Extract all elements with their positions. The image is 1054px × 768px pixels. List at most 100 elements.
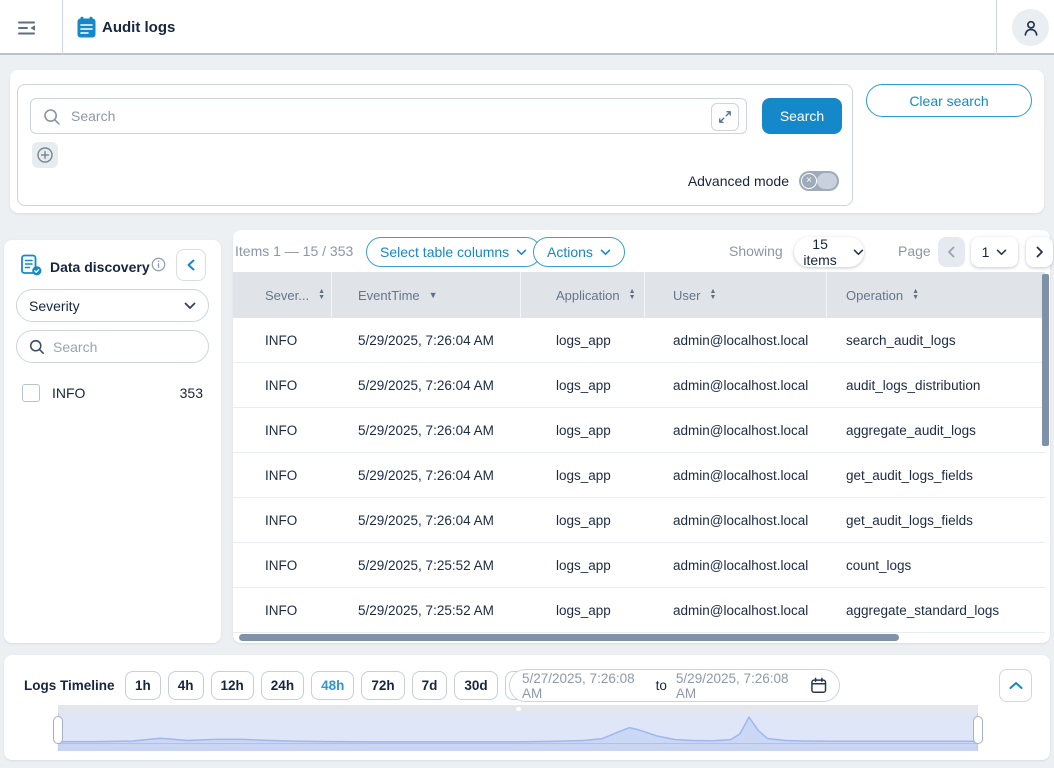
calendar-icon <box>810 676 827 695</box>
column-header-user[interactable]: User ▲▼ <box>645 272 827 318</box>
range-button-1h[interactable]: 1h <box>125 671 161 700</box>
column-header-event_time[interactable]: EventTime ▼ <box>332 272 521 318</box>
showing-label: Showing <box>729 243 783 259</box>
data-discovery-panel: Data discovery Severity <box>4 240 221 643</box>
horizontal-scrollbar[interactable] <box>239 634 899 641</box>
cell-event_time: 5/29/2025, 7:26:04 AM <box>332 408 521 452</box>
range-button-4h[interactable]: 4h <box>168 671 204 700</box>
table-row[interactable]: INFO5/29/2025, 7:26:04 AMlogs_appadmin@l… <box>233 498 1045 543</box>
top-bar: Audit logs <box>0 0 1054 55</box>
table-row[interactable]: INFO5/29/2025, 7:26:04 AMlogs_appadmin@l… <box>233 453 1045 498</box>
page-size-dropdown[interactable]: 15 items <box>794 237 864 267</box>
sort-icon[interactable]: ▼ <box>429 292 438 298</box>
range-button-12h[interactable]: 12h <box>211 671 254 700</box>
cell-user: admin@localhost.local <box>645 318 827 362</box>
cell-application: logs_app <box>521 363 645 407</box>
plus-circle-icon <box>36 146 54 164</box>
previous-page-button[interactable] <box>938 237 965 267</box>
date-from-value: 5/27/2025, 7:26:08 AM <box>522 671 647 701</box>
page-size-value: 15 items <box>794 236 846 268</box>
data-discovery-title: Data discovery <box>50 259 150 275</box>
facet-search-field <box>16 330 209 363</box>
sort-icon[interactable]: ▲▼ <box>318 289 325 301</box>
table-row[interactable]: INFO5/29/2025, 7:26:04 AMlogs_appadmin@l… <box>233 318 1045 363</box>
sort-icon[interactable]: ▲▼ <box>709 289 716 301</box>
cell-event_time: 5/29/2025, 7:26:04 AM <box>332 453 521 497</box>
actions-button[interactable]: Actions <box>533 237 625 267</box>
column-header-operation[interactable]: Operation▲▼ <box>827 272 1045 318</box>
collapse-menu-button[interactable] <box>13 14 41 42</box>
timeline-ranges: 1h4h12h24h48h72h7d30dtoday <box>125 671 561 700</box>
page-number-dropdown[interactable]: 1 <box>971 237 1018 267</box>
table-body: INFO5/29/2025, 7:26:04 AMlogs_appadmin@l… <box>233 318 1045 633</box>
actions-label: Actions <box>547 244 593 260</box>
cell-user: admin@localhost.local <box>645 543 827 587</box>
collapse-panel-button[interactable] <box>176 249 206 281</box>
expand-query-button[interactable] <box>711 103 739 131</box>
cell-severity: INFO <box>233 318 332 362</box>
collapse-timeline-button[interactable] <box>999 669 1032 702</box>
sort-icon[interactable]: ▲▼ <box>912 289 919 301</box>
brush-track[interactable] <box>58 705 978 713</box>
topbar-divider-right <box>996 0 997 55</box>
brush-selection[interactable] <box>58 713 978 751</box>
range-button-24h[interactable]: 24h <box>261 671 304 700</box>
query-builder: Search Advanced mode × <box>17 84 853 206</box>
table-row[interactable]: INFO5/29/2025, 7:25:52 AMlogs_appadmin@l… <box>233 588 1045 633</box>
facet-list: INFO353 <box>4 378 221 408</box>
search-input[interactable] <box>71 99 701 133</box>
cell-user: admin@localhost.local <box>645 588 827 632</box>
facet-item[interactable]: INFO353 <box>4 378 221 408</box>
table-row[interactable]: INFO5/29/2025, 7:26:04 AMlogs_appadmin@l… <box>233 408 1045 453</box>
vertical-scrollbar[interactable] <box>1042 274 1049 446</box>
cell-application: logs_app <box>521 498 645 542</box>
items-summary: Items 1 — 15 / 353 <box>235 243 353 259</box>
search-button[interactable]: Search <box>762 98 842 134</box>
range-button-7d[interactable]: 7d <box>412 671 448 700</box>
select-table-columns-button[interactable]: Select table columns <box>366 237 541 267</box>
column-label: EventTime <box>358 288 420 303</box>
range-button-30d[interactable]: 30d <box>454 671 497 700</box>
chevron-left-icon <box>947 246 956 258</box>
cell-severity: INFO <box>233 498 332 542</box>
date-range-picker[interactable]: 5/27/2025, 7:26:08 AM to 5/29/2025, 7:26… <box>509 669 840 702</box>
logs-timeline-panel: Logs Timeline 1h4h12h24h48h72h7d30dtoday… <box>4 655 1050 760</box>
cell-user: admin@localhost.local <box>645 408 827 452</box>
date-to-label: to <box>656 678 667 693</box>
menu-collapse-icon <box>15 16 39 40</box>
add-filter-button[interactable] <box>32 142 58 168</box>
range-button-48h[interactable]: 48h <box>311 671 354 700</box>
cell-operation: audit_logs_distribution <box>827 363 1045 407</box>
column-label: Application <box>556 288 620 303</box>
range-button-72h[interactable]: 72h <box>361 671 404 700</box>
column-header-application[interactable]: Application ▲▼ <box>521 272 645 318</box>
clear-search-button[interactable]: Clear search <box>866 84 1032 117</box>
column-label: Sever... <box>265 288 309 303</box>
chevron-down-icon <box>853 249 864 256</box>
brush-handle-right[interactable] <box>973 716 983 744</box>
field-selector-dropdown[interactable]: Severity <box>16 289 209 322</box>
cell-application: logs_app <box>521 408 645 452</box>
brush-handle-left[interactable] <box>53 716 63 744</box>
column-label: User <box>673 288 700 303</box>
audit-logs-icon <box>76 16 97 39</box>
advanced-mode-toggle[interactable]: × <box>799 171 839 191</box>
next-page-button[interactable] <box>1026 237 1053 267</box>
table-row[interactable]: INFO5/29/2025, 7:26:04 AMlogs_appadmin@l… <box>233 363 1045 408</box>
facet-checkbox[interactable] <box>22 384 40 402</box>
cell-severity: INFO <box>233 408 332 452</box>
chevron-down-icon <box>516 249 527 256</box>
table-row[interactable]: INFO5/29/2025, 7:25:52 AMlogs_appadmin@l… <box>233 543 1045 588</box>
cell-application: logs_app <box>521 318 645 362</box>
cell-operation: aggregate_standard_logs <box>827 588 1045 632</box>
cell-event_time: 5/29/2025, 7:25:52 AM <box>332 543 521 587</box>
cell-application: logs_app <box>521 453 645 497</box>
column-header-severity[interactable]: Sever... ▲▼ <box>233 272 332 318</box>
info-icon[interactable] <box>151 257 166 272</box>
audit-logs-app: Audit logs Searc <box>0 0 1054 768</box>
facet-search-input[interactable] <box>53 332 203 361</box>
toggle-knob <box>817 173 837 189</box>
user-menu-button[interactable] <box>1012 9 1049 46</box>
cell-user: admin@localhost.local <box>645 453 827 497</box>
sort-icon[interactable]: ▲▼ <box>629 289 636 301</box>
